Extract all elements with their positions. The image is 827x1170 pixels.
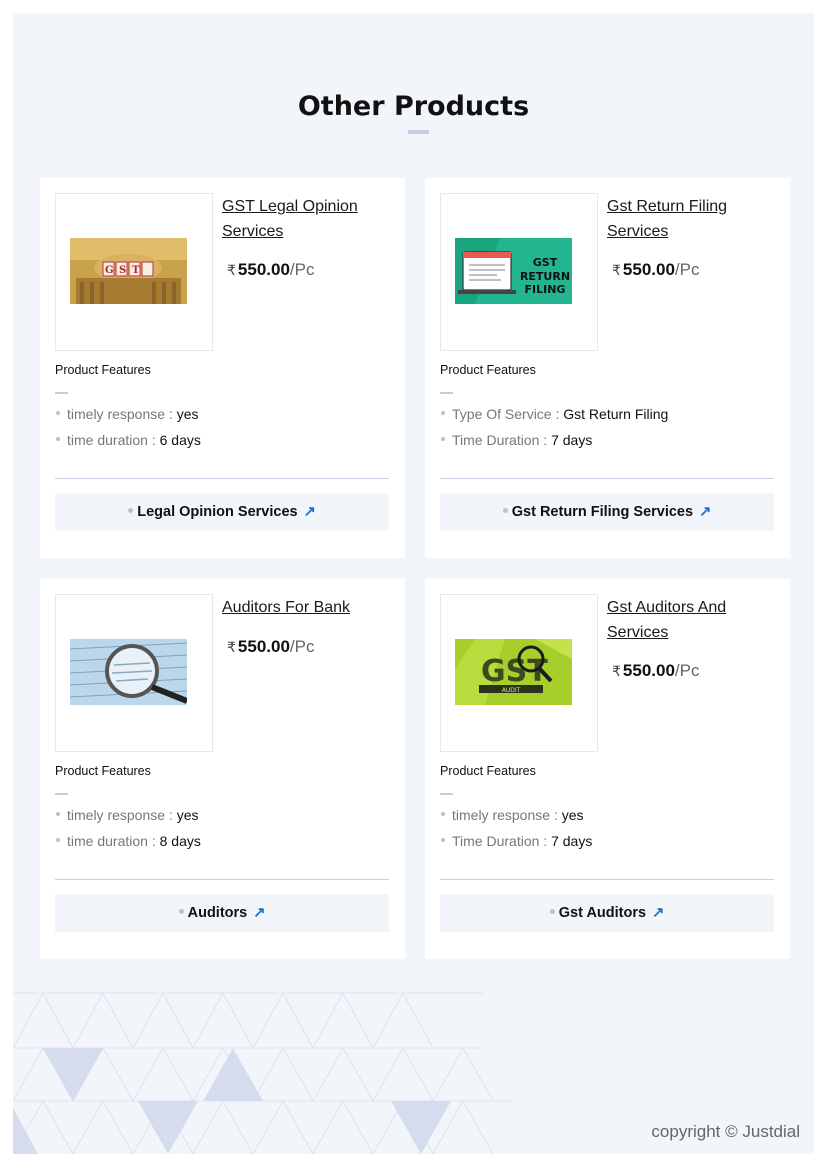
bullet-icon	[56, 411, 60, 416]
category-button[interactable]: Legal Opinion Services ↗	[55, 493, 389, 531]
bullet-icon	[56, 812, 60, 817]
svg-text:FILING: FILING	[525, 283, 566, 296]
feature-item: time duration : 6 days	[56, 432, 201, 448]
arrow-up-right-icon: ↗	[699, 504, 712, 520]
feature-item: Type Of Service : Gst Return Filing	[441, 406, 668, 422]
feature-item: Time Duration : 7 days	[441, 833, 592, 849]
product-thumbnail[interactable]: GST AUDIT	[440, 594, 598, 752]
copyright-text: copyright © Justdial	[651, 1122, 800, 1141]
product-thumbnail[interactable]: GST RETURN FILING	[440, 193, 598, 351]
title-underline	[408, 130, 429, 134]
feature-item: timely response : yes	[56, 807, 199, 823]
section-title: Other Products	[297, 91, 530, 122]
product-thumbnail[interactable]	[55, 594, 213, 752]
product-card: GST RETURN FILING Gst Return Filing Serv…	[425, 178, 790, 558]
bullet-icon	[56, 437, 60, 442]
arrow-up-right-icon: ↗	[253, 905, 266, 921]
features-heading: Product Features	[440, 764, 536, 778]
svg-text:AUDIT: AUDIT	[502, 687, 521, 694]
triangle-pattern-decoration	[13, 991, 513, 1154]
product-thumbnail[interactable]: GST	[55, 193, 213, 351]
bullet-icon	[178, 908, 184, 914]
product-price: ₹550.00/Pc	[227, 260, 315, 279]
bullet-icon	[441, 838, 445, 843]
feature-item: time duration : 8 days	[56, 833, 201, 849]
features-heading: Product Features	[55, 764, 151, 778]
feature-item: Time Duration : 7 days	[441, 432, 592, 448]
gst-building-image: GST	[70, 238, 187, 304]
divider	[440, 879, 774, 880]
features-underline	[55, 392, 68, 394]
rupee-icon: ₹	[612, 262, 621, 278]
divider	[55, 478, 389, 479]
features-heading: Product Features	[440, 363, 536, 377]
svg-text:S: S	[119, 265, 126, 276]
rupee-icon: ₹	[612, 663, 621, 679]
svg-text:GST: GST	[481, 654, 548, 689]
svg-text:RETURN: RETURN	[520, 270, 570, 283]
divider	[55, 879, 389, 880]
bullet-icon	[56, 838, 60, 843]
product-card: GST AUDIT Gst Auditors And Services ₹550…	[425, 579, 790, 959]
product-name-link[interactable]: Auditors For Bank	[222, 595, 392, 620]
product-name-link[interactable]: Gst Return Filing Services	[607, 194, 777, 244]
bullet-icon	[441, 812, 445, 817]
product-price: ₹550.00/Pc	[612, 661, 700, 680]
category-button[interactable]: Gst Auditors ↗	[440, 894, 774, 932]
product-name-link[interactable]: Gst Auditors And Services	[607, 595, 777, 645]
svg-text:G: G	[105, 265, 114, 276]
bullet-icon	[441, 437, 445, 442]
arrow-up-right-icon: ↗	[652, 905, 665, 921]
bullet-icon	[549, 908, 555, 914]
feature-item: timely response : yes	[56, 406, 199, 422]
feature-item: timely response : yes	[441, 807, 584, 823]
features-underline	[55, 793, 68, 795]
bullet-icon	[502, 507, 508, 513]
product-name-link[interactable]: GST Legal Opinion Services	[222, 194, 392, 244]
category-button[interactable]: Auditors ↗	[55, 894, 389, 932]
features-underline	[440, 392, 453, 394]
bullet-icon	[128, 507, 134, 513]
features-heading: Product Features	[55, 363, 151, 377]
gst-audit-image: GST AUDIT	[455, 639, 572, 705]
gst-return-filing-image: GST RETURN FILING	[455, 238, 572, 304]
category-button[interactable]: Gst Return Filing Services ↗	[440, 493, 774, 531]
features-underline	[440, 793, 453, 795]
svg-text:GST: GST	[533, 256, 558, 269]
arrow-up-right-icon: ↗	[303, 504, 316, 520]
bullet-icon	[441, 411, 445, 416]
product-card: Auditors For Bank ₹550.00/Pc Product Fea…	[40, 579, 405, 959]
magnifier-document-image	[70, 639, 187, 705]
svg-text:T: T	[132, 265, 140, 276]
page: Other Products G S T GST Legal Opinion S…	[13, 13, 814, 1154]
rupee-icon: ₹	[227, 262, 236, 278]
product-price: ₹550.00/Pc	[227, 637, 315, 656]
product-price: ₹550.00/Pc	[612, 260, 700, 279]
rupee-icon: ₹	[227, 639, 236, 655]
divider	[440, 478, 774, 479]
product-card: GST GST Legal Opinion Services ₹550.00/P…	[40, 178, 405, 558]
